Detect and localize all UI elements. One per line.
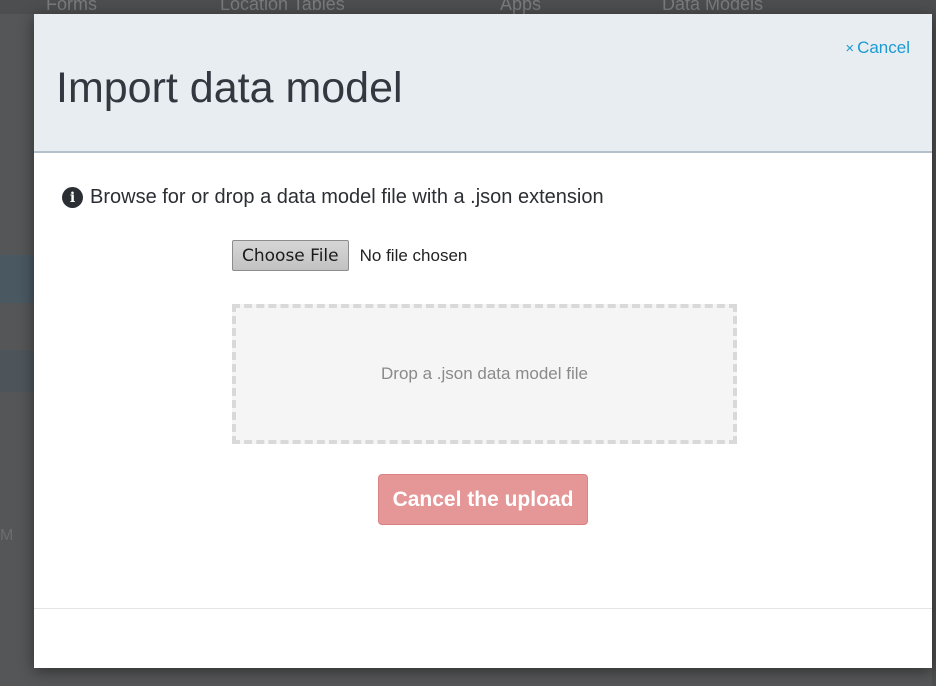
dropzone-text: Drop a .json data model file: [381, 364, 588, 383]
background-side-block: [0, 255, 34, 303]
choose-file-button[interactable]: Choose File: [232, 240, 349, 271]
background-right-strip: [932, 0, 936, 686]
file-dropzone[interactable]: Drop a .json data model file: [232, 304, 737, 444]
close-icon: ×: [845, 40, 855, 57]
cancel-close-link[interactable]: × Cancel: [845, 38, 910, 58]
background-nav-item: Data Models: [662, 0, 764, 14]
import-data-model-dialog: Import data model × Cancel i Browse for o…: [34, 14, 932, 668]
info-circle-icon: i: [62, 187, 83, 208]
background-nav-item: Location Tables: [220, 0, 345, 14]
file-input: Choose File No file chosen: [232, 240, 467, 271]
cancel-upload-button[interactable]: Cancel the upload: [378, 474, 588, 525]
dialog-header: Import data model × Cancel: [34, 14, 932, 153]
dialog-title: Import data model: [56, 64, 403, 112]
cancel-close-label: Cancel: [857, 38, 910, 57]
info-text: Browse for or drop a data model file wit…: [90, 186, 604, 208]
footer-divider: [34, 608, 932, 609]
background-side-text: M: [0, 527, 14, 544]
background-nav-item: Forms: [46, 0, 97, 14]
background-top-nav: Forms Location Tables Apps Data Models: [0, 0, 936, 14]
file-status-text: No file chosen: [359, 245, 468, 265]
info-message: i Browse for or drop a data model file w…: [62, 186, 604, 209]
background-side-block: [0, 350, 34, 392]
background-nav-item: Apps: [500, 0, 542, 14]
